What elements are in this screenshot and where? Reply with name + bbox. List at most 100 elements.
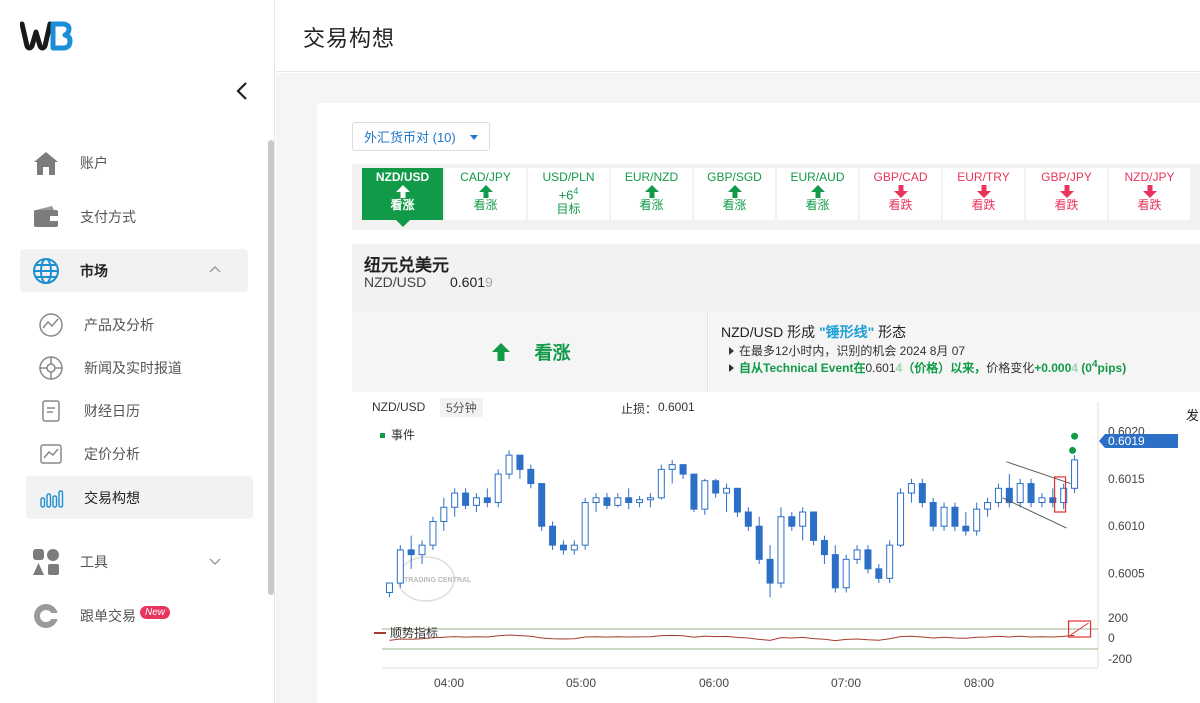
sidebar-item-account[interactable]: 账户 [20,141,248,184]
pair-name: GBP/SGD [707,170,762,184]
y-tick-label: 0.6015 [1108,472,1145,486]
x-tick-label: 07:00 [831,676,861,690]
pair-tile-nzd-usd[interactable]: NZD/USD 看涨 [362,168,443,227]
pair-tile-eur-aud[interactable]: EUR/AUD 看涨 [777,168,858,220]
y-tick-label: 0.6005 [1108,567,1145,581]
x-tick-label: 06:00 [699,676,729,690]
pattern-title-suffix: 形态 [874,324,907,340]
candle-body [1016,483,1024,504]
candle-body [701,480,709,510]
candle-body [733,487,741,513]
sidebar-subitem-calendar[interactable]: 财经日历 [26,389,253,432]
candle-body [864,549,872,570]
line2-c: （价格）以来， [902,361,987,375]
pair-signal: 看跌 [971,198,996,212]
candle-body [929,502,937,527]
candle-body [690,473,698,510]
copy-trade-icon [32,602,60,630]
collapse-sidebar-icon[interactable] [232,80,252,102]
candle-body [951,506,959,527]
candle-body [723,487,731,494]
sidebar-item-label: 账户 [80,154,108,171]
candle-body [429,520,437,546]
candle-body [962,525,970,532]
candle-body [538,483,546,527]
candle-body [505,454,513,475]
candle-body [679,464,687,475]
instrument-header: 纽元兑美元 NZD/USD 0.6019 [352,244,1200,312]
pair-tile-nzd-jpy[interactable]: NZD/JPY 看跌 [1109,168,1190,220]
caret-down-icon [470,135,478,140]
pair-tile-gbp-jpy[interactable]: GBP/JPY 看跌 [1026,168,1107,220]
pair-tile-eur-nzd[interactable]: EUR/NZD 看涨 [611,168,692,220]
sidebar-subitem-news[interactable]: 新闻及实时报道 [26,346,253,389]
chevron-down-icon [209,558,221,565]
candle-body [603,497,611,506]
arrow-down-icon [943,184,1024,198]
price-main: 0.601 [450,274,486,290]
sidebar-item-payment[interactable]: 支付方式 [20,195,248,238]
candle-body [440,506,448,522]
pair-name: NZD/JPY [1124,170,1175,184]
app-logo[interactable] [20,20,74,52]
pattern-line1: 在最多12小时内，识别的机会 2024 8月 07 [739,344,966,358]
candle-body [875,568,883,579]
candle-body [907,483,915,494]
sidebar-subitem-trade-ideas[interactable]: 交易构想 [26,476,253,519]
signal-panel: 看涨 [352,312,708,392]
wallet-icon [32,203,60,231]
pair-signal: 看涨 [805,198,830,212]
candle-body [897,492,905,546]
candle-body [842,558,850,589]
candle-body [766,558,774,584]
sidebar-item-label: 跟单交易 New [80,605,171,626]
pair-filter-dropdown[interactable]: 外汇货币对 (10) [352,122,490,151]
sidebar-item-label: 财经日历 [84,402,140,419]
arrow-down-icon [860,184,941,198]
candle-body [831,554,839,589]
candle-body [625,497,633,504]
candle-body [636,499,644,504]
line2-d: 价格变化 [986,361,1035,375]
trade-ideas-icon [38,485,64,511]
pair-tile-usd-pln[interactable]: USD/PLN +64 目标 [528,168,609,220]
arrow-up-icon [445,184,526,198]
new-badge: New [140,605,171,619]
chevron-up-icon [209,266,221,273]
pair-name: GBP/JPY [1041,170,1092,184]
sidebar-item-copy-trade[interactable]: 跟单交易 New [20,594,248,637]
candle-body [451,492,459,508]
sidebar-item-market[interactable]: 市场 [20,249,248,292]
arrow-down-icon [1109,184,1190,198]
event-marker [1071,432,1079,440]
pair-name: EUR/TRY [957,170,1010,184]
arrow-up-icon [777,184,858,198]
indicator-label: 顺势指标 [390,625,438,640]
page-title: 交易构想 [303,26,396,51]
pair-signal: 目标 [556,202,581,217]
pair-name: EUR/AUD [790,170,845,184]
sidebar-subitem-products[interactable]: 产品及分析 [26,303,253,346]
pattern-timeframe-note: 在最多12小时内，识别的机会 2024 8月 07 [729,342,965,359]
sidebar-scrollbar[interactable] [268,140,274,595]
pair-signal: 看涨 [639,198,664,212]
product-analysis-icon [38,312,64,338]
pair-signal: 看跌 [888,198,913,212]
candle-body [777,516,785,584]
candle-body [494,473,502,504]
sidebar-subitem-pricing[interactable]: 定价分析 [26,432,253,475]
pattern-title: NZD/USD 形成 "锤形线" 形态 [721,322,906,342]
price-chart[interactable]: NZD/USD 5分钟 止损： 0.6001 事件 0.6020 0.6015 0.… [352,392,1200,703]
pair-tile-gbp-cad[interactable]: GBP/CAD 看跌 [860,168,941,220]
pair-signal: 看涨 [722,198,747,212]
arrow-up-icon [362,184,443,198]
candle-body [407,549,415,556]
pair-tile-cad-jpy[interactable]: CAD/JPY 看涨 [445,168,526,220]
sidebar-item-tools[interactable]: 工具 [20,540,248,583]
pair-tile-gbp-sgd[interactable]: GBP/SGD 看涨 [694,168,775,220]
pair-name: USD/PLN [542,170,595,184]
pair-tile-eur-try[interactable]: EUR/TRY 看跌 [943,168,1024,220]
pair-signal: 看跌 [1137,198,1162,212]
arrow-up-icon [694,184,775,198]
sidebar: 账户 支付方式 市场 产品及分析 新闻及实时报道 财经日历 定价分析 交易构想 … [0,0,275,703]
